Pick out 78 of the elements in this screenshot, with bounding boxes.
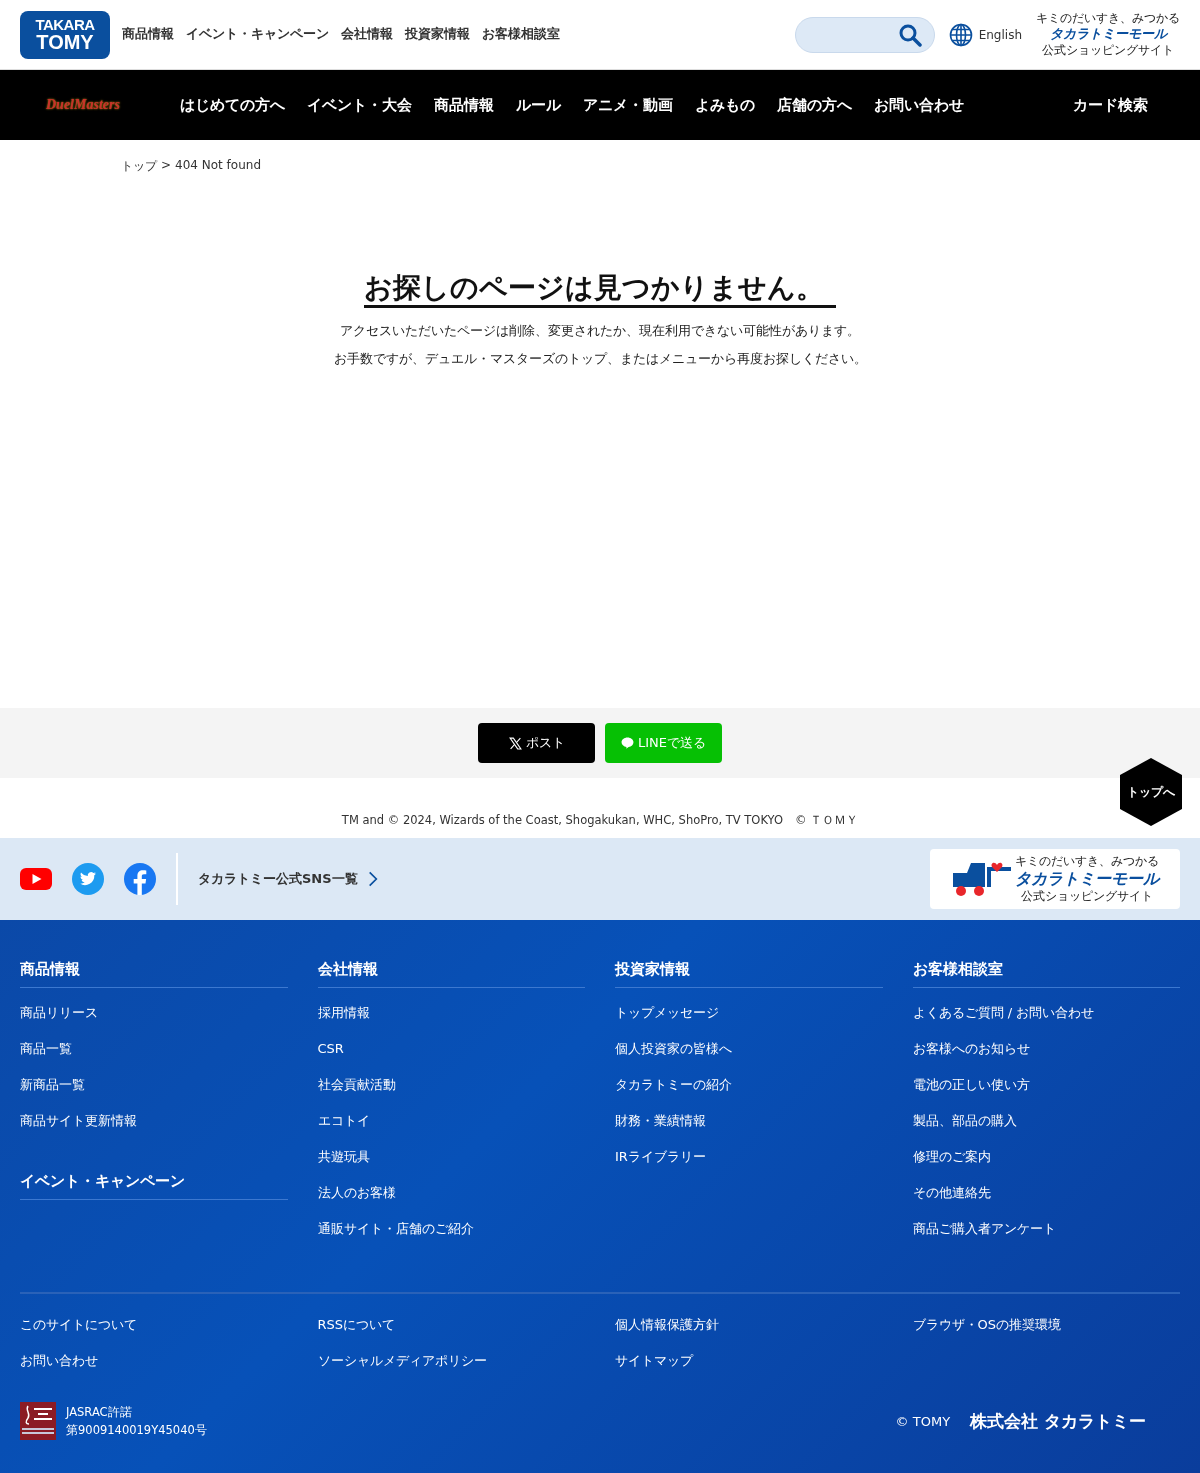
youtube-icon[interactable]	[20, 867, 52, 891]
nav-link[interactable]: お客様相談室	[482, 26, 560, 43]
duel-masters-logo[interactable]: DuelMasters	[46, 97, 156, 113]
footer-link[interactable]: お問い合わせ	[20, 1350, 288, 1372]
nav-link[interactable]: はじめての方へ	[180, 95, 285, 115]
footer-heading-link[interactable]: 投資家情報	[615, 960, 883, 988]
language-link[interactable]: English	[948, 22, 1022, 47]
post-button[interactable]: ポスト	[478, 723, 595, 763]
footer-link[interactable]: 商品リリース	[20, 1002, 288, 1024]
footer-link[interactable]: ソーシャルメディアポリシー	[317, 1350, 585, 1372]
breadcrumb-link[interactable]: 404 Not found	[175, 158, 261, 175]
breadcrumb-link[interactable]: トップ	[121, 158, 157, 175]
footer-link[interactable]: よくあるご質問 / お問い合わせ	[912, 1002, 1180, 1024]
bird-icon[interactable]	[72, 863, 104, 895]
chevron-right-icon	[367, 870, 378, 888]
footer-link[interactable]: 電池の正しい使い方	[912, 1074, 1180, 1096]
footer-heading-link[interactable]: 会社情報	[317, 960, 585, 988]
breadcrumb-separator: >	[161, 158, 172, 174]
mall-logo[interactable]: キミのだいすき、みつかる タカラトミーモール 公式ショッピングサイト	[1036, 11, 1180, 58]
footer-link[interactable]: 商品一覧	[20, 1038, 288, 1060]
copyright-text: © TOMY	[895, 1413, 951, 1429]
footer-link[interactable]: 財務・業績情報	[615, 1110, 883, 1132]
copyright-text: TM and © 2024, Wizards of the Coast, Shogakukan, WHC, ShoPro, TV TOKYO © ＴＯＭＹ	[341, 813, 859, 828]
footer-link[interactable]: 新商品一覧	[20, 1074, 288, 1096]
search-field[interactable]	[794, 16, 935, 53]
error-message: アクセスいただいたページは削除、変更されたか、現在利用できない可能性があります。	[340, 321, 860, 340]
nav-link[interactable]: 店舗の方へ	[777, 95, 852, 115]
footer-link[interactable]: その他連絡先	[912, 1182, 1180, 1204]
nav-link[interactable]: ルール	[516, 95, 561, 115]
nav-link[interactable]: よみもの	[695, 95, 755, 115]
sns-list-link[interactable]: タカラトミー公式SNS一覧	[198, 870, 378, 888]
footer-link[interactable]: 採用情報	[317, 1002, 585, 1024]
error-heading: お探しのページは見つかりません。	[364, 271, 836, 308]
footer-link[interactable]: 通販サイト・店舗のご紹介	[317, 1218, 585, 1240]
footer-link[interactable]: このサイトについて	[20, 1314, 288, 1336]
footer-link[interactable]: IRライブラリー	[615, 1146, 883, 1168]
footer-link[interactable]: 共遊玩具	[317, 1146, 585, 1168]
footer-link[interactable]: 製品、部品の購入	[912, 1110, 1180, 1132]
search-icon	[897, 22, 922, 47]
nav-link[interactable]: お問い合わせ	[874, 95, 964, 115]
footer-link[interactable]: 修理のご案内	[912, 1146, 1180, 1168]
license-text: 第9009140019Y45040号	[66, 1422, 207, 1439]
footer-heading-link[interactable]: 商品情報	[20, 960, 288, 988]
nav-link[interactable]: 投資家情報	[405, 26, 470, 43]
footer-link[interactable]: 個人投資家の皆様へ	[615, 1038, 883, 1060]
nav-link[interactable]: 商品情報	[434, 95, 494, 115]
footer-link[interactable]: 商品ご購入者アンケート	[912, 1218, 1180, 1240]
error-message: お手数ですが、デュエル・マスターズのトップ、またはメニューから再度お探しください。	[333, 349, 867, 368]
mall-logo[interactable]: キミのだいすき、みつかる タカラトミーモール 公式ショッピングサイト	[1015, 854, 1159, 904]
takara-tomy-logo[interactable]: TAKARA TOMY	[20, 10, 110, 59]
footer-link[interactable]: お客様へのお知らせ	[912, 1038, 1180, 1060]
license-stamp-icon	[20, 1402, 56, 1440]
footer-link[interactable]: エコトイ	[317, 1110, 585, 1132]
nav-link[interactable]: イベント・大会	[307, 95, 412, 115]
footer-heading-link[interactable]: イベント・キャンペーン	[20, 1172, 288, 1200]
x-logo-icon	[508, 736, 522, 750]
chat-bubble-icon	[621, 737, 634, 749]
footer-link[interactable]: CSR	[317, 1038, 585, 1060]
nav-link[interactable]: 商品情報	[122, 26, 174, 43]
footer-link[interactable]: トップメッセージ	[615, 1002, 883, 1024]
footer-link[interactable]: 商品サイト更新情報	[20, 1110, 288, 1132]
globe-icon	[948, 22, 973, 47]
nav-link[interactable]: アニメ・動画	[583, 95, 673, 115]
footer-heading-link[interactable]: お客様相談室	[912, 960, 1180, 988]
footer-link[interactable]: サイトマップ	[615, 1350, 883, 1372]
nav-link[interactable]: 会社情報	[341, 26, 393, 43]
facebook-icon[interactable]	[124, 863, 156, 895]
footer-link[interactable]: ブラウザ・OSの推奨環境	[912, 1314, 1180, 1336]
license-text: JASRAC許諾	[66, 1404, 133, 1421]
footer-link[interactable]: 社会貢献活動	[317, 1074, 585, 1096]
mall-banner[interactable]: キミのだいすき、みつかる タカラトミーモール 公式ショッピングサイト	[930, 849, 1180, 909]
footer-link[interactable]: 個人情報保護方針	[615, 1314, 883, 1336]
nav-link[interactable]: イベント・キャンペーン	[186, 26, 329, 43]
card-search-link[interactable]: カード検索	[1073, 95, 1148, 115]
company-logo: 株式会社 タカラトミー	[970, 1409, 1146, 1433]
footer-link[interactable]: タカラトミーの紹介	[615, 1074, 883, 1096]
footer-link[interactable]: 法人のお客様	[317, 1182, 585, 1204]
footer-link[interactable]: RSSについて	[317, 1314, 585, 1336]
